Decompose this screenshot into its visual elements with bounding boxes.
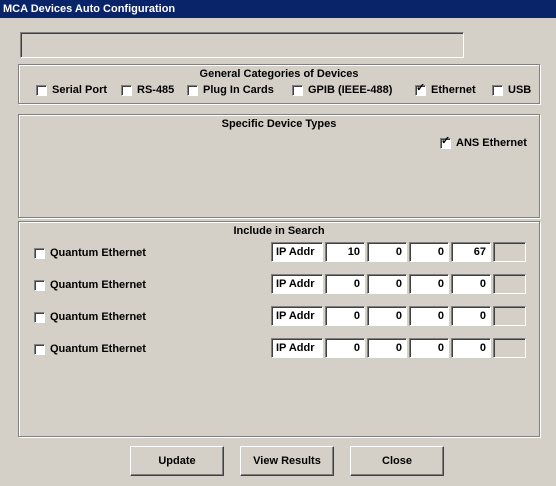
ip-octet-2[interactable]: 0: [367, 274, 407, 294]
checkbox-quantum-ethernet[interactable]: Quantum Ethernet: [34, 247, 146, 259]
checkbox-label: Plug In Cards: [203, 84, 274, 96]
ip-octet-3[interactable]: 0: [409, 338, 449, 358]
ip-octet-1[interactable]: 0: [325, 338, 365, 358]
include-in-search-title: Include in Search: [233, 225, 325, 237]
ip-octet-3[interactable]: 0: [409, 306, 449, 326]
checkbox-ethernet[interactable]: ✓ Ethernet: [415, 81, 476, 96]
checkbox-label: USB: [508, 84, 532, 96]
ip-octet-2[interactable]: 0: [367, 338, 407, 358]
checkbox-box[interactable]: [187, 84, 198, 96]
checkbox-box[interactable]: [36, 84, 47, 96]
general-categories-title: General Categories of Devices: [199, 68, 359, 80]
ip-octet-2[interactable]: 0: [367, 306, 407, 326]
ip-octet-4[interactable]: 0: [451, 338, 491, 358]
checkbox-box[interactable]: ✓: [440, 134, 451, 149]
checkbox-quantum-ethernet[interactable]: Quantum Ethernet: [34, 279, 146, 291]
ip-addr-label: IP Addr: [271, 242, 323, 262]
ip-octet-1[interactable]: 0: [325, 274, 365, 294]
checkbox-box[interactable]: [292, 84, 303, 96]
title-bar[interactable]: MCA Devices Auto Configuration: [0, 0, 556, 18]
checkbox-box[interactable]: ✓: [415, 81, 426, 96]
ip-status-field: [493, 242, 526, 262]
ip-status-field: [493, 274, 526, 294]
checkbox-rs-485[interactable]: RS-485: [121, 84, 174, 96]
ip-octet-4[interactable]: 0: [451, 306, 491, 326]
ip-octet-4[interactable]: 0: [451, 274, 491, 294]
checkbox-label: ANS Ethernet: [456, 137, 527, 149]
checkbox-label: Quantum Ethernet: [50, 311, 146, 323]
checkbox-plug-in-cards[interactable]: Plug In Cards: [187, 84, 274, 96]
ip-octet-3[interactable]: 0: [409, 242, 449, 262]
ip-address-row: IP Addr 0 0 0 0: [271, 306, 526, 326]
ip-octet-3[interactable]: 0: [409, 274, 449, 294]
specific-device-types-title: Specific Device Types: [221, 118, 337, 130]
checkbox-label: Quantum Ethernet: [50, 247, 146, 259]
checkbox-ans-ethernet[interactable]: ✓ ANS Ethernet: [440, 134, 527, 149]
checkbox-label: Serial Port: [52, 84, 108, 96]
close-button[interactable]: Close: [350, 446, 444, 476]
check-mark-icon: ✓: [416, 81, 426, 94]
checkbox-quantum-ethernet[interactable]: Quantum Ethernet: [34, 311, 146, 323]
auto-config-window: MCA Devices Auto Configuration General C…: [0, 0, 556, 486]
check-mark-icon: ✓: [441, 134, 451, 147]
checkbox-serial-port[interactable]: Serial Port: [36, 84, 107, 96]
checkbox-quantum-ethernet[interactable]: Quantum Ethernet: [34, 343, 146, 355]
ip-addr-label: IP Addr: [271, 306, 323, 326]
checkbox-label: RS-485: [137, 84, 175, 96]
ip-status-field: [493, 338, 526, 358]
general-categories-group: General Categories of Devices Serial Por…: [18, 64, 540, 104]
checkbox-label: Quantum Ethernet: [50, 279, 146, 291]
update-button[interactable]: Update: [130, 446, 224, 476]
checkbox-label: GPIB (IEEE-488): [308, 84, 393, 96]
checkbox-usb[interactable]: USB: [492, 84, 531, 96]
checkbox-label: Ethernet: [431, 84, 476, 96]
ip-octet-1[interactable]: 0: [325, 306, 365, 326]
checkbox-box[interactable]: [34, 311, 45, 323]
checkbox-box[interactable]: [492, 84, 503, 96]
checkbox-box[interactable]: [121, 84, 132, 96]
ip-address-row: IP Addr 0 0 0 0: [271, 338, 526, 358]
checkbox-box[interactable]: [34, 343, 45, 355]
checkbox-box[interactable]: [34, 279, 45, 291]
checkbox-box[interactable]: [34, 247, 45, 259]
ip-addr-label: IP Addr: [271, 338, 323, 358]
status-field: [20, 32, 464, 58]
checkbox-label: Quantum Ethernet: [50, 343, 146, 355]
ip-status-field: [493, 306, 526, 326]
ip-address-row: IP Addr 10 0 0 67: [271, 242, 526, 262]
include-in-search-group: Include in Search Quantum Ethernet IP Ad…: [18, 221, 540, 437]
ip-addr-label: IP Addr: [271, 274, 323, 294]
specific-device-types-group: Specific Device Types ✓ ANS Ethernet: [18, 114, 540, 218]
ip-octet-4[interactable]: 67: [451, 242, 491, 262]
ip-address-row: IP Addr 0 0 0 0: [271, 274, 526, 294]
ip-octet-2[interactable]: 0: [367, 242, 407, 262]
checkbox-gpib[interactable]: GPIB (IEEE-488): [292, 84, 392, 96]
ip-octet-1[interactable]: 10: [325, 242, 365, 262]
view-results-button[interactable]: View Results: [240, 446, 334, 476]
